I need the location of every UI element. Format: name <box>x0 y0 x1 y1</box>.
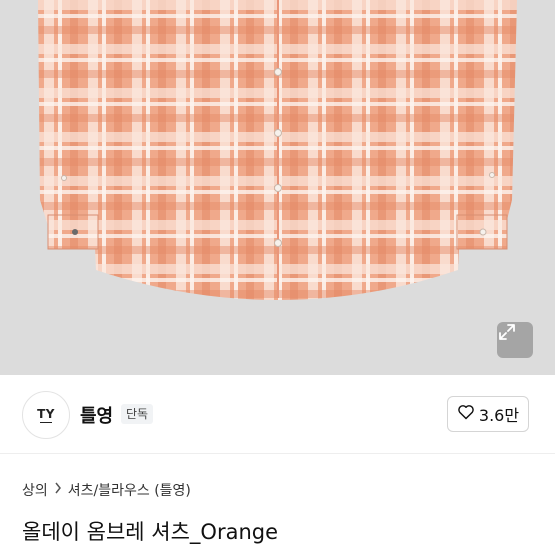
product-title: 올데이 옴브레 셔츠_Orange <box>22 520 279 544</box>
seller-name[interactable]: 틀영 <box>80 402 113 428</box>
breadcrumb-subcategory[interactable]: 셔츠/블라우스 (틀영) <box>68 480 191 500</box>
avatar-underline <box>40 422 52 423</box>
product-image[interactable] <box>0 0 555 375</box>
seller-row[interactable]: TY 틀영 단독 3.6만 <box>0 375 555 454</box>
expand-image-button[interactable] <box>497 322 533 358</box>
shirt-illustration <box>0 0 555 375</box>
breadcrumb: 상의 셔츠/블라우스 (틀영) <box>22 480 191 500</box>
seller-avatar-text: TY <box>37 407 55 421</box>
like-count: 3.6만 <box>478 406 520 425</box>
exclusive-badge: 단독 <box>121 404 154 424</box>
chevron-right-icon <box>54 482 62 498</box>
like-button[interactable]: 3.6만 <box>447 396 529 432</box>
heart-icon <box>457 404 475 424</box>
seller-avatar[interactable]: TY <box>22 391 70 439</box>
breadcrumb-category[interactable]: 상의 <box>22 480 48 500</box>
